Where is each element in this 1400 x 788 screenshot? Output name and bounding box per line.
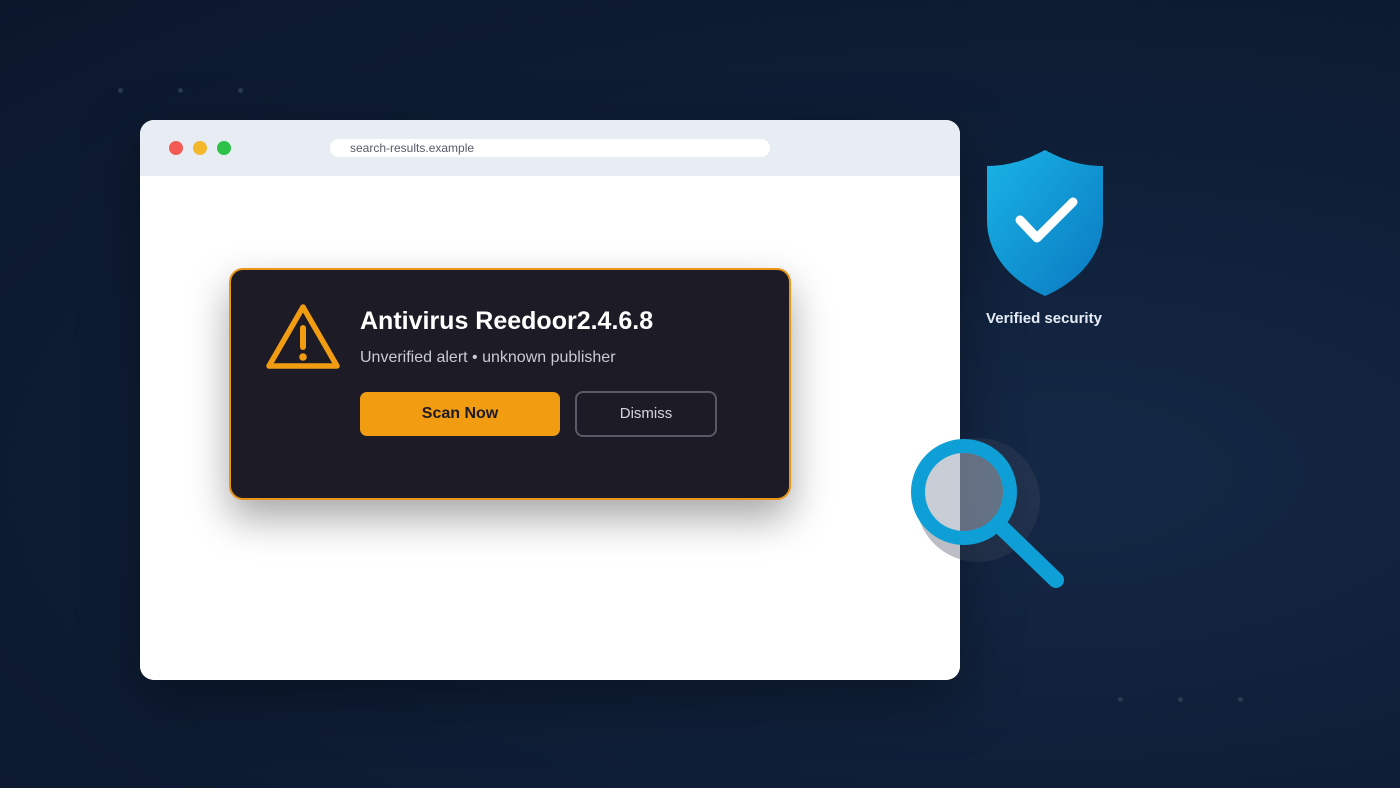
decorative-dot <box>118 88 123 93</box>
decorative-dot <box>1238 697 1243 702</box>
maximize-window-button[interactable] <box>217 141 231 155</box>
dismiss-button[interactable]: Dismiss <box>575 391 717 437</box>
magnifier-icon <box>911 438 1064 588</box>
scan-now-button[interactable]: Scan Now <box>360 392 560 436</box>
browser-titlebar: search-results.example <box>140 120 960 176</box>
warning-triangle-icon <box>266 304 340 369</box>
popup-title: Antivirus Reedoor2.4.6.8 <box>360 307 654 335</box>
decorative-dot <box>238 88 243 93</box>
address-bar[interactable]: search-results.example <box>330 139 770 157</box>
shield-check-icon <box>987 150 1103 296</box>
minimize-window-button[interactable] <box>193 141 207 155</box>
decorative-dot <box>178 88 183 93</box>
popup-subtitle: Unverified alert • unknown publisher <box>360 349 616 366</box>
alert-popup: Antivirus Reedoor2.4.6.8 Unverified aler… <box>229 268 791 500</box>
verified-security-label: Verified security <box>986 310 1102 327</box>
close-window-button[interactable] <box>169 141 183 155</box>
decorative-dot <box>1178 697 1183 702</box>
decorative-dot <box>1118 697 1123 702</box>
